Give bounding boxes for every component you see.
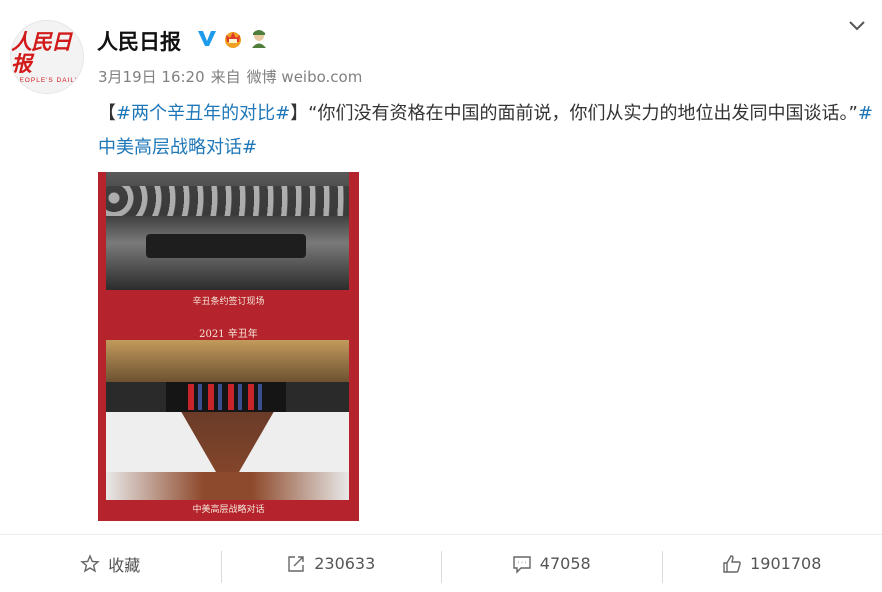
post-quote: “你们没有资格在中国的面前说，你们从实力的地位出发同中国谈话。” [308, 103, 858, 124]
soldier-badge-icon[interactable] [248, 27, 270, 49]
post-date[interactable]: 3月19日 16:20 [98, 68, 205, 86]
post-text: 【#两个辛丑年的对比#】“你们没有资格在中国的面前说，你们从实力的地位出发同中国… [98, 97, 878, 165]
post-meta: 3月19日 16:20 来自 微博 weibo.com [98, 66, 368, 87]
bracket-close: 】 [290, 103, 309, 124]
verified-v-icon[interactable] [196, 27, 218, 49]
crown-badge-icon[interactable] [222, 27, 244, 49]
avatar[interactable]: 人民日报 PEOPLE'S DAILY [10, 20, 84, 94]
repost-count: 230633 [314, 554, 376, 573]
favorite-label: 收藏 [108, 555, 141, 575]
dialogue-photo [106, 340, 349, 500]
comment-button[interactable]: 47058 [441, 535, 662, 592]
like-count: 1901708 [750, 554, 822, 573]
comment-icon [513, 555, 531, 574]
avatar-logo-en: PEOPLE'S DAILY [14, 76, 80, 84]
image-caption-1: 辛丑条约签订现场 [192, 297, 265, 307]
comment-count: 47058 [539, 554, 591, 573]
avatar-logo-cn: 人民日报 [11, 28, 72, 76]
star-icon [80, 553, 101, 572]
favorite-button[interactable]: 收藏 [0, 535, 221, 592]
bracket-open: 【 [98, 103, 116, 124]
post-image[interactable]: 辛丑条约签订现场 2021 辛丑年 中美高层战略对话 [98, 172, 359, 521]
share-icon [288, 555, 304, 572]
source-prefix: 来自 [210, 68, 241, 86]
repost-button[interactable]: 230633 [220, 535, 442, 592]
image-caption-3: 中美高层战略对话 [192, 505, 265, 515]
badges [196, 27, 270, 49]
post-source[interactable]: 微博 weibo.com [247, 68, 363, 86]
historical-photo [106, 172, 349, 290]
like-button[interactable]: 1901708 [661, 535, 882, 592]
thumbs-up-icon [723, 554, 741, 573]
image-caption-2: 2021 辛丑年 [199, 329, 258, 340]
topic-link-1[interactable]: #两个辛丑年的对比# [116, 103, 290, 124]
action-bar: 收藏 230633 47058 1901708 [0, 535, 882, 592]
account-name[interactable]: 人民日报 [97, 26, 181, 56]
chevron-down-icon[interactable] [846, 14, 868, 36]
